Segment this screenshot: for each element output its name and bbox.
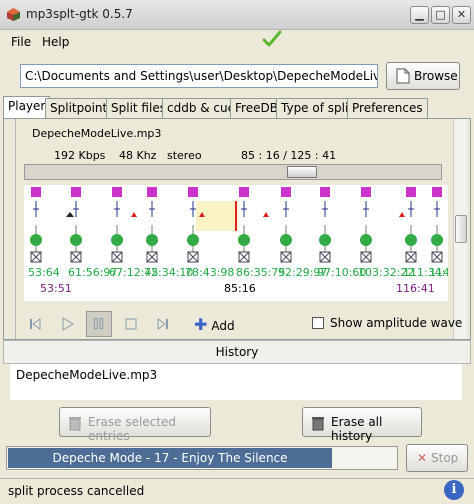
info-icon[interactable]: i <box>444 480 464 500</box>
erase-selected-label: Erase selected entries <box>88 415 176 443</box>
splitpoint-circle <box>187 234 199 246</box>
split-progress-bar: Depeche Mode - 17 - Enjoy The Silence <box>6 446 398 470</box>
menu-bar: File Help <box>0 30 474 54</box>
splitpoint-label: 53:64 <box>28 266 60 279</box>
splitpoint-square <box>361 187 371 197</box>
timeline-drawing: 53:64 61:56:9767:12:4572:34:1078:43:98 86:… <box>28 187 448 295</box>
splitpoint-square <box>31 187 41 197</box>
status-text: split process cancelled <box>8 484 145 498</box>
splitpoint-circle <box>30 234 42 246</box>
erase-all-button[interactable]: Erase all history <box>302 407 422 443</box>
splitpoint-square <box>112 187 122 197</box>
play-icon[interactable] <box>54 311 80 337</box>
stop-icon[interactable] <box>118 311 144 337</box>
history-item[interactable]: DepecheModeLive.mp3 <box>16 368 456 382</box>
browse-button[interactable]: Browse <box>386 62 460 90</box>
app-window: mp3splt-gtk 0.5.7 ▁ □ ✕ File Help C:\Doc… <box>0 0 474 504</box>
splitpoint-circle <box>360 234 372 246</box>
splitpoint-square <box>281 187 291 197</box>
tab-freedb[interactable]: FreeDB <box>230 98 283 118</box>
splitpoint-circle <box>70 234 82 246</box>
history-header[interactable]: History <box>3 340 471 364</box>
checkmark-icon <box>262 30 282 47</box>
close-button[interactable]: ✕ <box>452 6 471 24</box>
splitpoint-square <box>406 187 416 197</box>
split-progress-text: Depeche Mode - 17 - Enjoy The Silence <box>52 451 288 465</box>
center-time-label: 85:16 <box>224 282 256 295</box>
bitrate-label: 192 Kbps <box>54 149 106 162</box>
previous-icon[interactable] <box>22 311 48 337</box>
amplitude-checkbox[interactable] <box>312 317 324 329</box>
frequency-label: 48 Khz <box>119 149 157 162</box>
erase-selected-button[interactable]: Erase selected entries <box>59 407 211 443</box>
splitpoint-label: 78:43:98 <box>185 266 234 279</box>
browse-label: Browse <box>414 69 458 83</box>
splitpoint-square <box>147 187 157 197</box>
splitpoint-circle <box>280 234 292 246</box>
splitpoint-circle <box>238 234 250 246</box>
trash-icon <box>312 417 324 431</box>
splitpoint-square <box>71 187 81 197</box>
stop-label: Stop <box>431 451 459 465</box>
player-filename: DepecheModeLive.mp3 <box>32 127 162 140</box>
splitpoint-square <box>188 187 198 197</box>
right-time-label: 116:41 <box>396 282 435 295</box>
add-splitpoint-button[interactable]: ✚ Add <box>194 315 235 334</box>
tab-preferences[interactable]: Preferences <box>347 98 428 118</box>
splitpoint-circle <box>431 234 443 246</box>
cue-marker <box>66 212 74 217</box>
title-bar: mp3splt-gtk 0.5.7 ▁ □ ✕ <box>0 0 474 30</box>
time-label: 85 : 16 / 125 : 41 <box>241 149 337 162</box>
panel-scrollbar[interactable] <box>453 119 467 339</box>
cue-marker <box>399 212 405 217</box>
cue-marker <box>131 212 137 217</box>
amplitude-label: Show amplitude wave <box>330 316 463 330</box>
next-icon[interactable] <box>150 311 176 337</box>
splitpoint-square <box>432 187 442 197</box>
seek-slider[interactable] <box>24 164 442 180</box>
left-time-label: 53:51 <box>40 282 72 295</box>
erase-all-label: Erase all history <box>331 415 383 443</box>
window-title: mp3splt-gtk 0.5.7 <box>26 7 133 21</box>
plus-icon: ✚ <box>194 315 208 334</box>
menu-help[interactable]: Help <box>42 35 69 49</box>
tab-type-of-split[interactable]: Type of split <box>276 98 358 118</box>
stop-split-button[interactable]: ✕ Stop <box>406 444 468 472</box>
stop-x-icon: ✕ <box>417 451 428 465</box>
scrollbar-thumb[interactable] <box>455 215 467 243</box>
splitpoint-square <box>239 187 249 197</box>
tab-cddb-cue[interactable]: cddb & cue <box>162 98 241 118</box>
splitpoint-circle <box>146 234 158 246</box>
status-bar: split process cancelled <box>0 478 474 504</box>
splitpoint-label: 114:52 <box>429 266 448 279</box>
minimize-button[interactable]: ▁ <box>410 6 429 24</box>
cue-marker <box>263 212 269 217</box>
splitpoint-circle <box>319 234 331 246</box>
history-list[interactable]: DepecheModeLive.mp3 <box>10 364 462 400</box>
app-icon <box>7 8 20 21</box>
mode-label: stereo <box>167 149 202 162</box>
splitpoint-circle <box>405 234 417 246</box>
pause-icon[interactable] <box>86 311 112 337</box>
tab-player[interactable]: Player <box>3 96 51 119</box>
panel-divider <box>15 119 16 339</box>
file-icon <box>396 68 410 84</box>
trash-icon <box>69 417 81 431</box>
splitpoint-timeline[interactable]: 53:64 61:56:97 67:12:45 72:34:10 78:43:98 86:… <box>24 185 448 301</box>
maximize-button[interactable]: □ <box>431 6 450 24</box>
file-path-input[interactable]: C:\Documents and Settings\user\Desktop\D… <box>20 64 378 88</box>
player-panel: DepecheModeLive.mp3 192 Kbps 48 Khz ster… <box>3 118 471 340</box>
add-label: Add <box>211 319 235 333</box>
splitpoint-circle <box>111 234 123 246</box>
menu-file[interactable]: File <box>11 35 31 49</box>
seek-slider-thumb[interactable] <box>287 166 317 178</box>
splitpoint-square <box>320 187 330 197</box>
